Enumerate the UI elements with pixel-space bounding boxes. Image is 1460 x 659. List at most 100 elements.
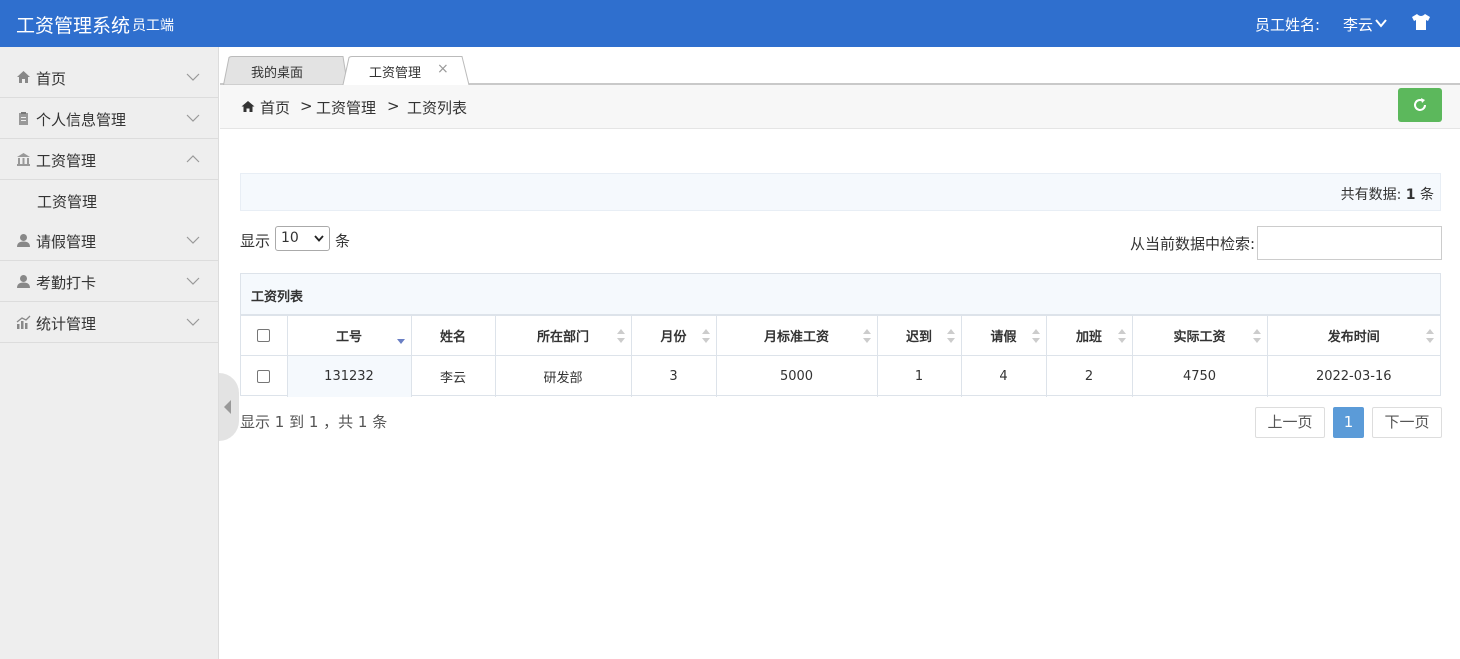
sort-icon: [1117, 329, 1126, 343]
tab-salary[interactable]: 工资管理 ×: [342, 56, 470, 87]
sidebar-item-personal-info[interactable]: 个人信息管理: [0, 98, 218, 139]
page-length-label: 显示: [240, 232, 271, 250]
cell-month: 3: [630, 355, 717, 397]
breadcrumb-separator: >: [387, 97, 400, 115]
sidebar-collapse-handle[interactable]: [219, 373, 239, 441]
column-header-late[interactable]: 迟到: [876, 315, 962, 356]
table-info: 显示 1 到 1 ，共 1 条: [240, 413, 388, 431]
column-header-overtime[interactable]: 加班: [1045, 315, 1133, 356]
prev-page-button[interactable]: 上一页: [1255, 407, 1325, 438]
clipboard-icon: [19, 112, 28, 125]
row-select-cell: [241, 355, 288, 397]
cell-late: 1: [876, 355, 962, 397]
user-icon: [17, 234, 30, 247]
summary-suffix: 条: [1420, 187, 1434, 203]
top-header: 工资管理系统 员工端 员工姓名: 李云: [0, 0, 1460, 47]
table-row[interactable]: 131232 李云 研发部 3 5000 1 4 2 4750 2022-03-…: [241, 355, 1440, 397]
breadcrumb-home[interactable]: 首页: [260, 97, 290, 118]
chevron-up-icon: [186, 155, 200, 163]
user-icon: [17, 275, 30, 288]
summary-text: 共有数据: 1 条: [1341, 184, 1434, 204]
sidebar-item-home[interactable]: 首页: [0, 57, 218, 98]
home-icon: [241, 101, 255, 112]
chevron-down-icon: [186, 318, 200, 326]
salary-table-panel: 工资列表 工号 姓名 所在部门 月份 月标准工资 迟到 请假 加班 实际工资 发…: [240, 273, 1441, 397]
column-header-employee-id[interactable]: 工号: [286, 315, 412, 356]
table-caption: 工资列表: [241, 274, 1440, 315]
cell-actual-salary: 4750: [1131, 355, 1268, 397]
breadcrumb-salary[interactable]: 工资管理: [316, 97, 376, 118]
page-length-unit: 条: [335, 232, 351, 250]
user-menu[interactable]: 李云: [1343, 14, 1373, 35]
chevron-down-icon: [186, 114, 200, 122]
sort-icon: [1031, 329, 1040, 343]
column-header-label: 加班: [1075, 330, 1102, 345]
table-title: 工资列表: [251, 290, 304, 305]
search-input[interactable]: [1257, 226, 1442, 260]
sort-icon: [701, 329, 710, 343]
user-label: 员工姓名:: [1255, 16, 1321, 34]
page-length-select[interactable]: 10: [275, 226, 330, 251]
close-icon[interactable]: ×: [437, 61, 449, 77]
chevron-down-icon[interactable]: [1374, 17, 1388, 29]
column-header-label: 工号: [335, 330, 362, 345]
column-header-label: 实际工资: [1173, 330, 1226, 345]
sidebar-subitem-salary[interactable]: 工资管理: [0, 180, 218, 220]
refresh-button[interactable]: [1398, 88, 1442, 122]
tab-label: 工资管理: [369, 66, 422, 81]
column-header-label: 月份: [660, 330, 687, 345]
sidebar-item-label: 请假管理: [36, 233, 97, 251]
column-header-publish-date[interactable]: 发布时间: [1266, 315, 1440, 356]
bar-chart-icon: [16, 315, 31, 329]
sidebar-item-label: 首页: [36, 70, 67, 88]
sidebar-item-leave[interactable]: 请假管理: [0, 220, 218, 261]
chevron-down-icon: [186, 73, 200, 81]
column-header-department[interactable]: 所在部门: [494, 315, 632, 356]
bank-icon: [17, 153, 30, 166]
tab-desktop[interactable]: 我的桌面: [223, 56, 348, 85]
sort-icon: [946, 329, 955, 343]
chevron-down-icon: [186, 277, 200, 285]
search-label: 从当前数据中检索:: [1130, 235, 1256, 253]
sidebar-item-label: 个人信息管理: [36, 111, 127, 129]
row-checkbox[interactable]: [257, 369, 271, 383]
cell-standard-salary: 5000: [715, 355, 878, 397]
theme-shirt-icon[interactable]: [1411, 13, 1431, 31]
refresh-icon: [1414, 98, 1426, 111]
column-header-name[interactable]: 姓名: [410, 315, 496, 356]
sidebar-item-attendance[interactable]: 考勤打卡: [0, 261, 218, 302]
app-subtitle: 员工端: [132, 18, 174, 34]
column-header-actual-salary[interactable]: 实际工资: [1131, 315, 1268, 356]
sort-icon: [1252, 329, 1261, 343]
home-icon: [17, 71, 30, 83]
sort-desc-icon: [396, 339, 405, 344]
sidebar-item-label: 考勤打卡: [36, 274, 97, 292]
column-header-label: 请假: [990, 330, 1017, 345]
sort-icon: [862, 329, 871, 343]
column-header-leave[interactable]: 请假: [960, 315, 1047, 356]
sidebar-item-label: 工资管理: [37, 193, 98, 211]
column-header-standard-salary[interactable]: 月标准工资: [715, 315, 878, 356]
table-header-row: 工号 姓名 所在部门 月份 月标准工资 迟到 请假 加班 实际工资 发布时间: [241, 315, 1440, 356]
sidebar-item-salary[interactable]: 工资管理: [0, 139, 218, 180]
sidebar-item-label: 统计管理: [36, 315, 97, 333]
next-page-button[interactable]: 下一页: [1372, 407, 1442, 438]
column-header-label: 月标准工资: [763, 330, 829, 345]
page-1-button[interactable]: 1: [1333, 407, 1364, 438]
select-all-checkbox[interactable]: [257, 329, 271, 342]
caret-left-icon: [224, 400, 231, 414]
column-header-label: 迟到: [905, 330, 932, 345]
summary-bar: 共有数据: 1 条: [240, 173, 1441, 211]
cell-overtime: 2: [1045, 355, 1133, 397]
cell-leave: 4: [960, 355, 1047, 397]
breadcrumb-current: 工资列表: [407, 99, 468, 117]
page-length-value: 10: [281, 230, 299, 246]
salary-table: 工号 姓名 所在部门 月份 月标准工资 迟到 请假 加班 实际工资 发布时间 1…: [241, 315, 1440, 397]
app-title: 工资管理系统: [16, 15, 131, 37]
summary-count: 1: [1405, 187, 1416, 203]
breadcrumb-separator: >: [300, 97, 313, 115]
sidebar-item-statistics[interactable]: 统计管理: [0, 302, 218, 343]
column-header-month[interactable]: 月份: [630, 315, 717, 356]
chevron-down-icon: [314, 235, 324, 242]
summary-prefix: 共有数据:: [1340, 187, 1402, 203]
